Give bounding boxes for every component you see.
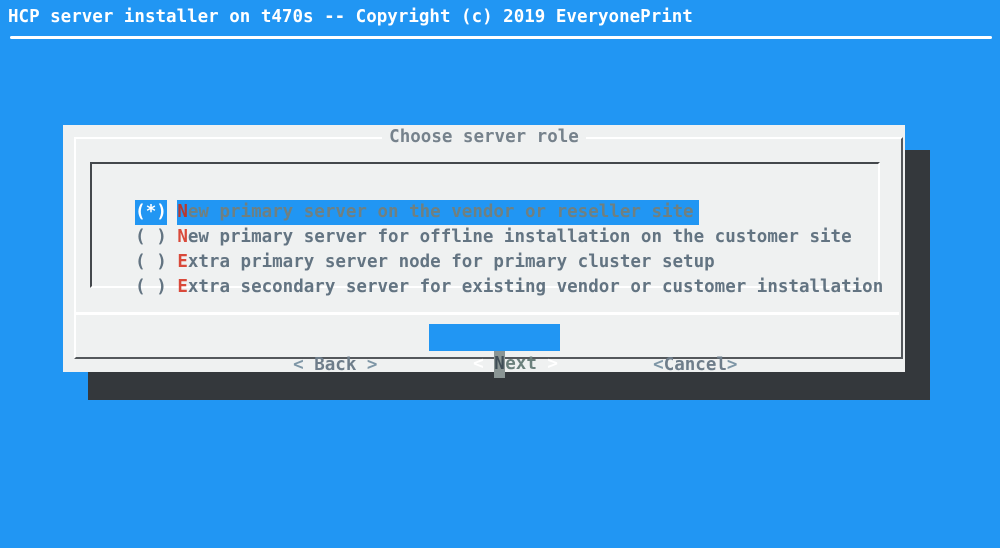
next-pad-left bbox=[484, 354, 495, 374]
next-button-label: ext bbox=[505, 354, 537, 374]
next-bracket-left: < bbox=[473, 354, 484, 374]
back-button-label: Back bbox=[304, 355, 367, 375]
dialog-title: Choose server role bbox=[382, 127, 586, 148]
dialog-title-row: Choose server role bbox=[63, 127, 905, 148]
radio-indicator: ( ) bbox=[135, 275, 167, 300]
backtitle: HCP server installer on t470s -- Copyrig… bbox=[8, 5, 693, 30]
buttons-separator bbox=[76, 312, 899, 315]
radio-option-3[interactable]: ( ) Extra primary server node for primar… bbox=[93, 225, 715, 250]
cancel-button[interactable]: <Cancel> bbox=[611, 325, 737, 352]
next-button[interactable]: < Next > bbox=[429, 324, 560, 351]
next-bracket-right: > bbox=[547, 354, 558, 374]
backtitle-separator bbox=[10, 36, 992, 39]
terminal-cursor: N bbox=[494, 351, 505, 378]
back-button[interactable]: < Back > bbox=[251, 325, 377, 352]
cancel-bracket-right: > bbox=[727, 355, 738, 375]
dialog-choose-server-role: Choose server role < Back > < Next > <Ca… bbox=[63, 125, 905, 372]
back-bracket-right: > bbox=[367, 355, 378, 375]
cancel-bracket-left: < bbox=[653, 355, 664, 375]
radio-option-1[interactable]: (*) New primary server on the vendor or … bbox=[93, 175, 699, 200]
next-pad-right bbox=[537, 354, 548, 374]
cancel-button-label: Cancel bbox=[664, 355, 727, 375]
radio-option-2[interactable]: ( ) New primary server for offline insta… bbox=[93, 200, 852, 225]
hotkey-letter: E bbox=[177, 277, 188, 297]
back-bracket-left: < bbox=[293, 355, 304, 375]
radio-option-label: Extra secondary server for existing vend… bbox=[177, 275, 883, 300]
radio-option-4[interactable]: ( ) Extra secondary server for existing … bbox=[93, 250, 883, 275]
